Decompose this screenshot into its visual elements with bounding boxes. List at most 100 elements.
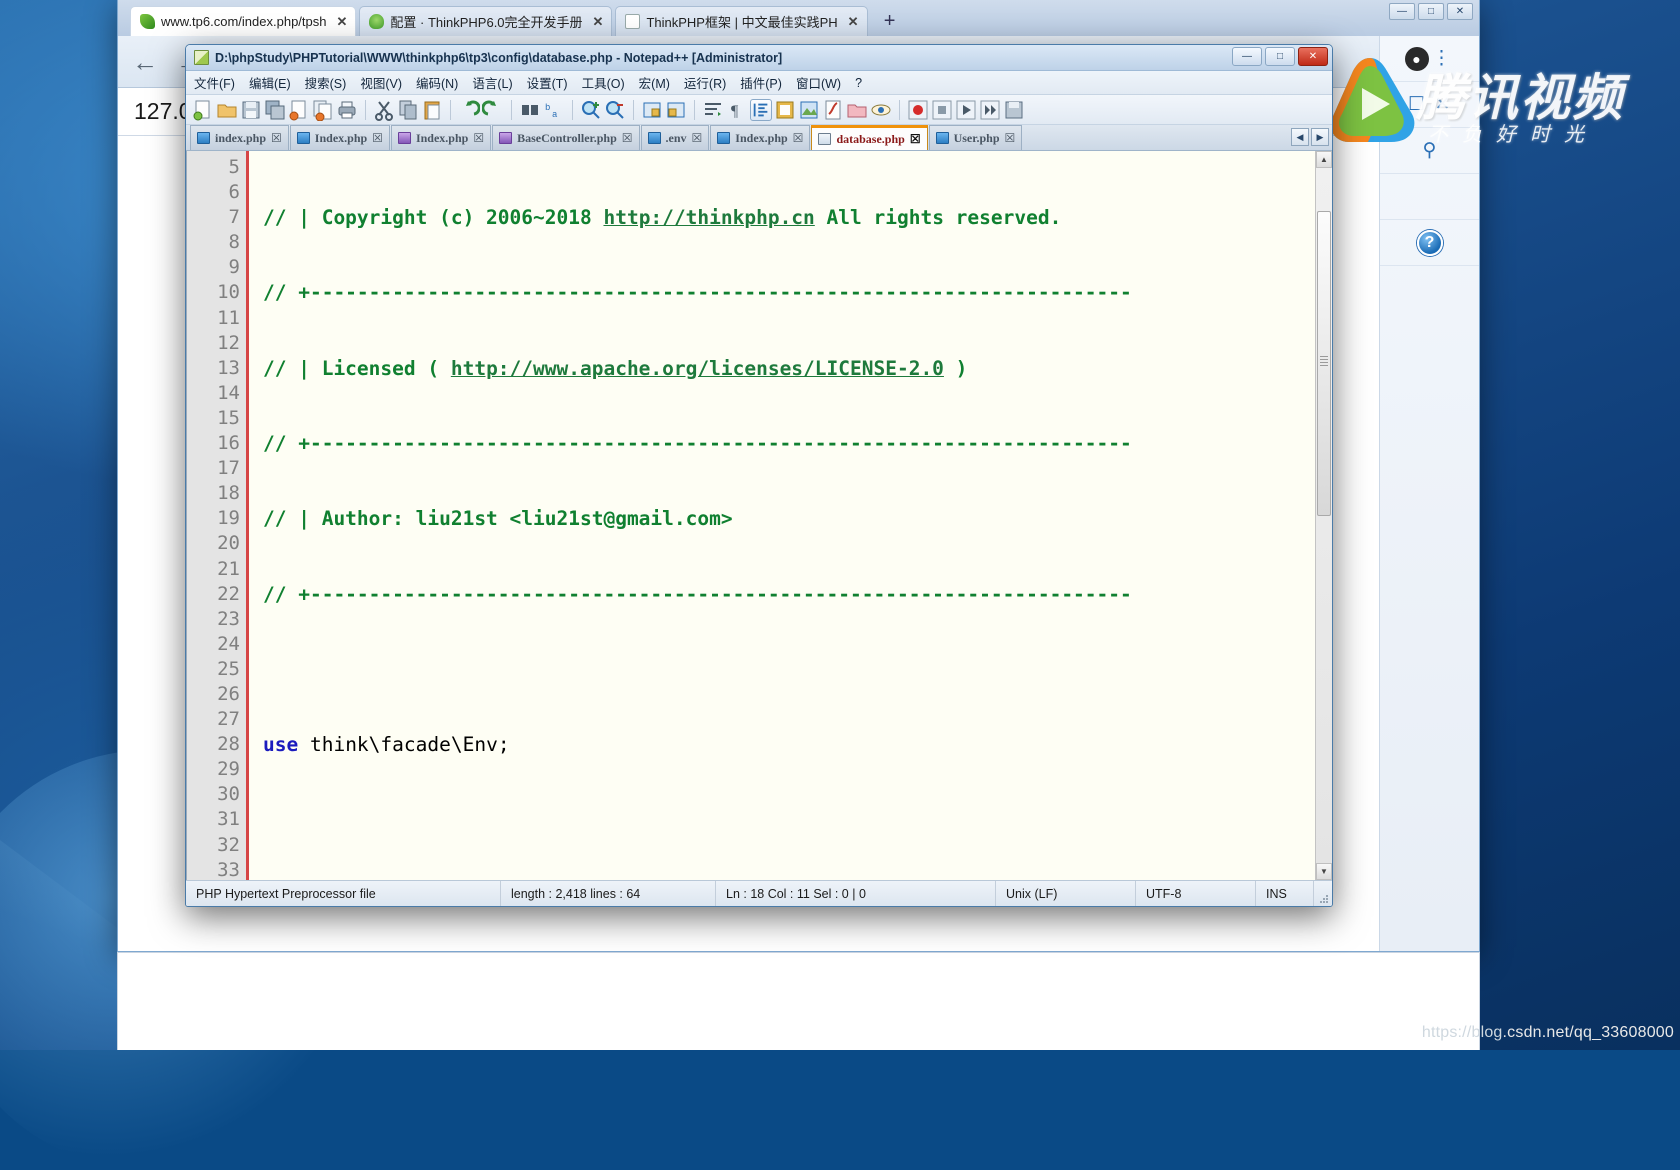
notepadpp-title-bar[interactable]: D:\phpStudy\PHPTutorial\WWW\thinkphp6\tp… [186, 45, 1332, 71]
folder-as-workspace-icon[interactable] [846, 99, 868, 121]
resize-grip-icon[interactable] [1314, 881, 1332, 906]
indent-guide-icon[interactable] [750, 98, 772, 121]
menu-item-language[interactable]: 语言(L) [472, 73, 512, 92]
cut-icon[interactable] [373, 99, 395, 121]
restore-icon[interactable]: ☐ [1404, 92, 1430, 118]
menu-item-edit[interactable]: 编辑(E) [249, 73, 291, 92]
bulb-favicon-icon [369, 14, 385, 29]
menu-item-encoding[interactable]: 编码(N) [416, 73, 458, 92]
code-text-area[interactable]: // | Copyright (c) 2006~2018 http://thin… [249, 151, 1332, 880]
file-tab-close-icon[interactable]: ☒ [793, 131, 804, 146]
browser-maximize-button[interactable]: □ [1418, 3, 1444, 20]
status-insert-mode[interactable]: INS [1256, 881, 1314, 906]
menu-item-file[interactable]: 文件(F) [194, 73, 235, 92]
doc-map-icon[interactable] [798, 99, 820, 121]
close-file-icon[interactable] [288, 99, 310, 121]
browser-tab-strip: www.tp6.com/index.php/tpsh ✕ 配置 · ThinkP… [118, 0, 1479, 36]
browser-tab-3-close-icon[interactable]: ✕ [848, 14, 859, 30]
file-tab-env[interactable]: .env ☒ [640, 125, 710, 150]
browser-tab-2-close-icon[interactable]: ✕ [593, 14, 604, 30]
browser-tab-3[interactable]: ThinkPHP框架 | 中文最佳实践PH ✕ [615, 6, 868, 36]
undo-icon[interactable] [458, 99, 480, 121]
browser-minimize-button[interactable]: — [1389, 3, 1415, 20]
tab-scroll-left-icon[interactable]: ◀ [1291, 128, 1309, 146]
close-all-icon[interactable] [312, 99, 334, 121]
word-wrap-icon[interactable] [702, 99, 724, 121]
file-tab-index-php-1[interactable]: index.php ☒ [190, 125, 289, 150]
menu-item-help[interactable]: ? [855, 76, 862, 90]
file-tab-close-icon[interactable]: ☒ [473, 131, 484, 146]
playback-macro-icon[interactable] [955, 99, 977, 121]
sync-horizontal-icon[interactable] [665, 99, 687, 121]
file-tab-database-php[interactable]: database.php ☒ [811, 125, 928, 150]
account-icon[interactable]: ● [1404, 46, 1429, 71]
user-language-icon[interactable] [774, 99, 796, 121]
file-tab-Index-php-4[interactable]: Index.php ☒ [710, 125, 811, 150]
replace-icon[interactable]: ba [543, 99, 565, 121]
notepadpp-close-button[interactable]: ✕ [1298, 47, 1328, 66]
file-tab-User-php[interactable]: User.php ☒ [928, 125, 1023, 150]
scroll-down-icon[interactable]: ▼ [1316, 863, 1332, 880]
menu-item-settings[interactable]: 设置(T) [527, 73, 568, 92]
file-tab-close-icon[interactable]: ☒ [692, 131, 703, 146]
file-tab-close-icon[interactable]: ☒ [271, 131, 282, 146]
file-tab-label: .env [665, 130, 687, 145]
file-tab-close-icon[interactable]: ☒ [1005, 131, 1016, 146]
notepadpp-minimize-button[interactable]: — [1232, 47, 1262, 66]
file-tab-BaseController-php[interactable]: BaseController.php ☒ [492, 125, 640, 150]
notepadpp-maximize-button[interactable]: □ [1265, 47, 1295, 66]
line-number: 28 [217, 733, 240, 756]
new-tab-button[interactable]: + [875, 6, 905, 36]
find-icon[interactable] [519, 99, 541, 121]
scroll-up-icon[interactable]: ▲ [1316, 151, 1332, 168]
save-macro-icon[interactable] [1003, 99, 1025, 121]
file-tab-Index-php-3[interactable]: Index.php ☒ [390, 125, 492, 150]
menu-item-run[interactable]: 运行(R) [684, 73, 726, 92]
line-number: 21 [217, 557, 240, 580]
browser-tab-2[interactable]: 配置 · ThinkPHP6.0完全开发手册 ✕ [359, 6, 613, 36]
menu-icon[interactable]: ⋮ [1429, 46, 1455, 72]
browser-help-row[interactable]: ? [1380, 220, 1479, 266]
new-file-icon[interactable] [192, 99, 214, 121]
copy-icon[interactable] [397, 99, 419, 121]
monitor-icon[interactable] [870, 99, 892, 121]
file-tab-Index-php-2[interactable]: Index.php ☒ [289, 125, 390, 150]
run-macro-multiple-icon[interactable] [979, 99, 1001, 121]
menu-item-plugins[interactable]: 插件(P) [740, 73, 782, 92]
toolbar-separator [365, 99, 366, 120]
save-all-icon[interactable] [264, 99, 286, 121]
toolbar-separator [694, 99, 695, 120]
menu-item-macro[interactable]: 宏(M) [639, 73, 670, 92]
close-icon[interactable]: ✕ [1430, 92, 1456, 118]
browser-back-icon[interactable]: ← [132, 49, 158, 75]
show-all-chars-icon[interactable]: ¶ [726, 99, 748, 121]
menu-item-search[interactable]: 搜索(S) [305, 73, 347, 92]
file-tab-close-icon[interactable]: ☒ [622, 131, 633, 146]
file-tab-close-icon[interactable]: ☒ [372, 131, 383, 146]
save-icon[interactable] [240, 99, 262, 121]
print-icon[interactable] [336, 99, 358, 121]
browser-search-row[interactable]: ⚲ [1380, 128, 1479, 174]
browser-close-button[interactable]: ✕ [1447, 3, 1473, 20]
code-editor[interactable]: 5 6 7 8 9 10 11 12 13 14 15 16 17 18 19 … [186, 151, 1332, 880]
sync-vertical-icon[interactable] [641, 99, 663, 121]
stop-macro-icon[interactable] [931, 99, 953, 121]
browser-tab-1[interactable]: www.tp6.com/index.php/tpsh ✕ [130, 6, 357, 36]
menu-item-view[interactable]: 视图(V) [360, 73, 402, 92]
browser-account-row[interactable]: ● ⋮ [1380, 36, 1479, 82]
menu-item-window[interactable]: 窗口(W) [796, 73, 841, 92]
open-folder-icon[interactable] [216, 99, 238, 121]
redo-icon[interactable] [482, 99, 504, 121]
tab-scroll-right-icon[interactable]: ▶ [1311, 128, 1329, 146]
search-icon[interactable]: ⚲ [1417, 138, 1443, 164]
paste-icon[interactable] [421, 99, 443, 121]
menu-item-tools[interactable]: 工具(O) [582, 73, 625, 92]
zoom-in-icon[interactable] [580, 99, 602, 121]
zoom-out-icon[interactable] [604, 99, 626, 121]
file-tab-close-icon[interactable]: ☒ [910, 132, 921, 147]
help-icon[interactable]: ? [1416, 229, 1443, 256]
editor-vertical-scrollbar[interactable]: ▲ ▼ [1315, 151, 1332, 880]
function-list-icon[interactable] [822, 99, 844, 121]
browser-tab-1-close-icon[interactable]: ✕ [336, 14, 347, 30]
record-macro-icon[interactable] [907, 99, 929, 121]
